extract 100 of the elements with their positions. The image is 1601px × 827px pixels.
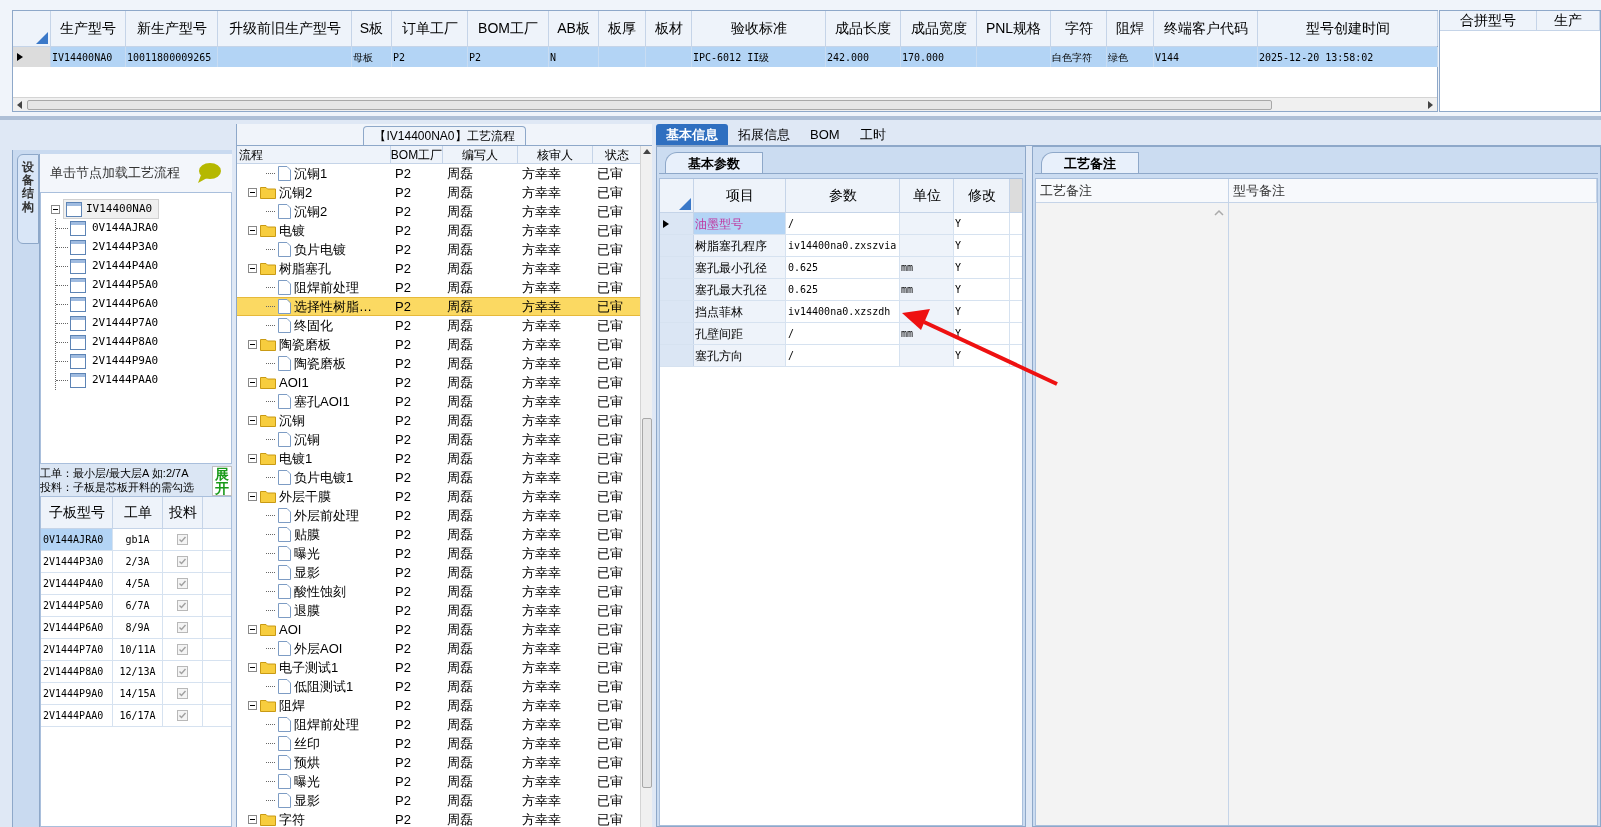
column-header[interactable]: 型号创建时间 xyxy=(1258,11,1438,46)
table-cell[interactable]: 挡点菲林 xyxy=(694,301,786,322)
column-header[interactable]: S板 xyxy=(352,11,392,46)
tree-row[interactable]: 预烘 P2 周磊 方幸幸 已审 xyxy=(237,753,640,772)
checkbox[interactable] xyxy=(177,534,188,545)
column-header[interactable]: 流程 xyxy=(237,146,391,163)
tree-item[interactable]: 0V144AJRA0 xyxy=(68,220,161,237)
table-row[interactable]: IV14400NA0 10011800009265 母板 P2 P2 N IPC-6012 II级 242.000 170.000 白色字符 绿色 V144 2025-12-20 13:58:02 xyxy=(13,47,1437,67)
vertical-scrollbar[interactable] xyxy=(640,146,652,827)
table-cell[interactable]: 2V1444PAA0 xyxy=(41,705,113,726)
tree-row[interactable]: 选择性树脂… P2 周磊 方幸幸 已审 xyxy=(237,297,640,316)
tree-row[interactable]: 阻焊 P2 周磊 方幸幸 已审 xyxy=(237,696,640,715)
collapse-icon[interactable] xyxy=(248,815,257,824)
tree-row[interactable]: 沉铜 P2 周磊 方幸幸 已审 xyxy=(237,430,640,449)
tree-row[interactable]: 阻焊前处理 P2 周磊 方幸幸 已审 xyxy=(237,278,640,297)
column-header[interactable]: BOM工厂 xyxy=(468,11,549,46)
checkbox[interactable] xyxy=(177,710,188,721)
column-header[interactable]: 板厚 xyxy=(599,11,646,46)
scrollbar-thumb[interactable] xyxy=(641,418,652,788)
collapse-icon[interactable] xyxy=(248,340,257,349)
tree-item[interactable]: IV14400NA0 xyxy=(63,199,160,219)
tree-row[interactable]: 沉铜2 P2 周磊 方幸幸 已审 xyxy=(237,202,640,221)
table-cell[interactable]: 2V1444P3A0 xyxy=(41,551,113,572)
tree-row[interactable]: 外层前处理 P2 周磊 方幸幸 已审 xyxy=(237,506,640,525)
row-header[interactable] xyxy=(13,47,51,67)
table-cell[interactable]: 塞孔最大孔径 xyxy=(694,279,786,300)
tab[interactable]: 工时 xyxy=(849,124,896,145)
table-cell[interactable]: 塞孔方向 xyxy=(694,345,786,366)
tree-item[interactable]: 2V1444PAA0 xyxy=(68,372,161,389)
column-header[interactable]: 字符 xyxy=(1051,11,1107,46)
collapse-icon[interactable] xyxy=(248,625,257,634)
scroll-up-icon[interactable] xyxy=(642,148,651,156)
panel-tab[interactable]: 工艺备注 xyxy=(1041,152,1139,173)
collapse-icon[interactable] xyxy=(248,663,257,672)
column-header[interactable]: 升级前旧生产型号 xyxy=(218,11,352,46)
table-cell[interactable]: 树脂塞孔程序 xyxy=(694,235,786,256)
scroll-right-icon[interactable] xyxy=(1425,99,1435,110)
tree-row[interactable]: 丝印 P2 周磊 方幸幸 已审 xyxy=(237,734,640,753)
tree-row[interactable]: 沉铜2 P2 周磊 方幸幸 已审 xyxy=(237,183,640,202)
checkbox[interactable] xyxy=(177,556,188,567)
tree-row[interactable]: 显影 P2 周磊 方幸幸 已审 xyxy=(237,791,640,810)
table-cell[interactable]: 2V1444P4A0 xyxy=(41,573,113,594)
column-header[interactable]: 单位 xyxy=(900,179,954,212)
tree-row[interactable]: 显影 P2 周磊 方幸幸 已审 xyxy=(237,563,640,582)
table-cell[interactable]: 0V144AJRA0 xyxy=(41,529,113,550)
tree-row[interactable]: 曝光 P2 周磊 方幸幸 已审 xyxy=(237,772,640,791)
column-header[interactable]: 成品长度 xyxy=(826,11,901,46)
column-header[interactable]: 修改 xyxy=(954,179,1010,212)
column-header[interactable]: 项目 xyxy=(694,179,786,212)
tree-row[interactable]: 负片电镀1 P2 周磊 方幸幸 已审 xyxy=(237,468,640,487)
tree-row[interactable]: AOI1 P2 周磊 方幸幸 已审 xyxy=(237,373,640,392)
table-cell[interactable]: 孔壁间距 xyxy=(694,323,786,344)
tree-item[interactable]: 2V1444P6A0 xyxy=(68,296,161,313)
tree-row[interactable]: 电镀1 P2 周磊 方幸幸 已审 xyxy=(237,449,640,468)
tree-row[interactable]: 电镀 P2 周磊 方幸幸 已审 xyxy=(237,221,640,240)
checkbox[interactable] xyxy=(177,622,188,633)
column-header[interactable]: 参数 xyxy=(786,179,900,212)
column-header[interactable]: 新生产型号 xyxy=(126,11,218,46)
column-header[interactable]: 板材 xyxy=(646,11,692,46)
tree-row[interactable]: 贴膜 P2 周磊 方幸幸 已审 xyxy=(237,525,640,544)
column-header[interactable]: 投料 xyxy=(163,497,203,528)
collapse-icon[interactable] xyxy=(248,378,257,387)
tree-item[interactable]: 2V1444P9A0 xyxy=(68,353,161,370)
tree-item[interactable]: 2V1444P8A0 xyxy=(68,334,161,351)
collapse-icon[interactable] xyxy=(248,492,257,501)
tab[interactable]: BOM xyxy=(800,124,850,145)
tree-row[interactable]: 阻焊前处理 P2 周磊 方幸幸 已审 xyxy=(237,715,640,734)
tree-row[interactable]: 字符 P2 周磊 方幸幸 已审 xyxy=(237,810,640,827)
table-cell[interactable]: 2V1444P5A0 xyxy=(41,595,113,616)
collapse-icon[interactable] xyxy=(248,701,257,710)
tree-row[interactable]: 低阻测试1 P2 周磊 方幸幸 已审 xyxy=(237,677,640,696)
tree-row[interactable]: 陶瓷磨板 P2 周磊 方幸幸 已审 xyxy=(237,354,640,373)
column-header[interactable]: 生产型号 xyxy=(51,11,126,46)
checkbox[interactable] xyxy=(177,666,188,677)
select-all-icon[interactable] xyxy=(679,198,691,210)
tree-item[interactable]: 2V1444P7A0 xyxy=(68,315,161,332)
column-header[interactable]: 生产 xyxy=(1537,11,1600,30)
checkbox[interactable] xyxy=(177,578,188,589)
tree-row[interactable]: 沉铜1 P2 周磊 方幸幸 已审 xyxy=(237,164,640,183)
tree-row[interactable]: 电子测试1 P2 周磊 方幸幸 已审 xyxy=(237,658,640,677)
column-header[interactable]: 合拼型号 xyxy=(1440,11,1537,30)
collapse-icon[interactable] xyxy=(248,264,257,273)
collapse-icon[interactable] xyxy=(248,226,257,235)
scrollbar-thumb[interactable] xyxy=(27,99,1272,110)
column-header[interactable]: 型号备注 xyxy=(1229,179,1597,202)
column-header[interactable]: AB板 xyxy=(549,11,599,46)
select-all-icon[interactable] xyxy=(36,32,48,44)
tree-item[interactable]: 2V1444P5A0 xyxy=(68,277,161,294)
tree-row[interactable]: 酸性蚀刻 P2 周磊 方幸幸 已审 xyxy=(237,582,640,601)
tree-row[interactable]: AOI P2 周磊 方幸幸 已审 xyxy=(237,620,640,639)
tree-item[interactable]: 2V1444P4A0 xyxy=(68,258,161,275)
table-cell[interactable]: 2V1444P8A0 xyxy=(41,661,113,682)
column-header[interactable]: BOM工厂 xyxy=(391,146,443,163)
tree-row[interactable]: 外层干膜 P2 周磊 方幸幸 已审 xyxy=(237,487,640,506)
tree-row[interactable]: 外层AOI P2 周磊 方幸幸 已审 xyxy=(237,639,640,658)
tree-row[interactable]: 陶瓷磨板 P2 周磊 方幸幸 已审 xyxy=(237,335,640,354)
tree-row[interactable]: 树脂塞孔 P2 周磊 方幸幸 已审 xyxy=(237,259,640,278)
table-cell[interactable]: 2V1444P7A0 xyxy=(41,639,113,660)
row-header[interactable] xyxy=(660,213,694,234)
table-cell[interactable]: 2V1444P6A0 xyxy=(41,617,113,638)
